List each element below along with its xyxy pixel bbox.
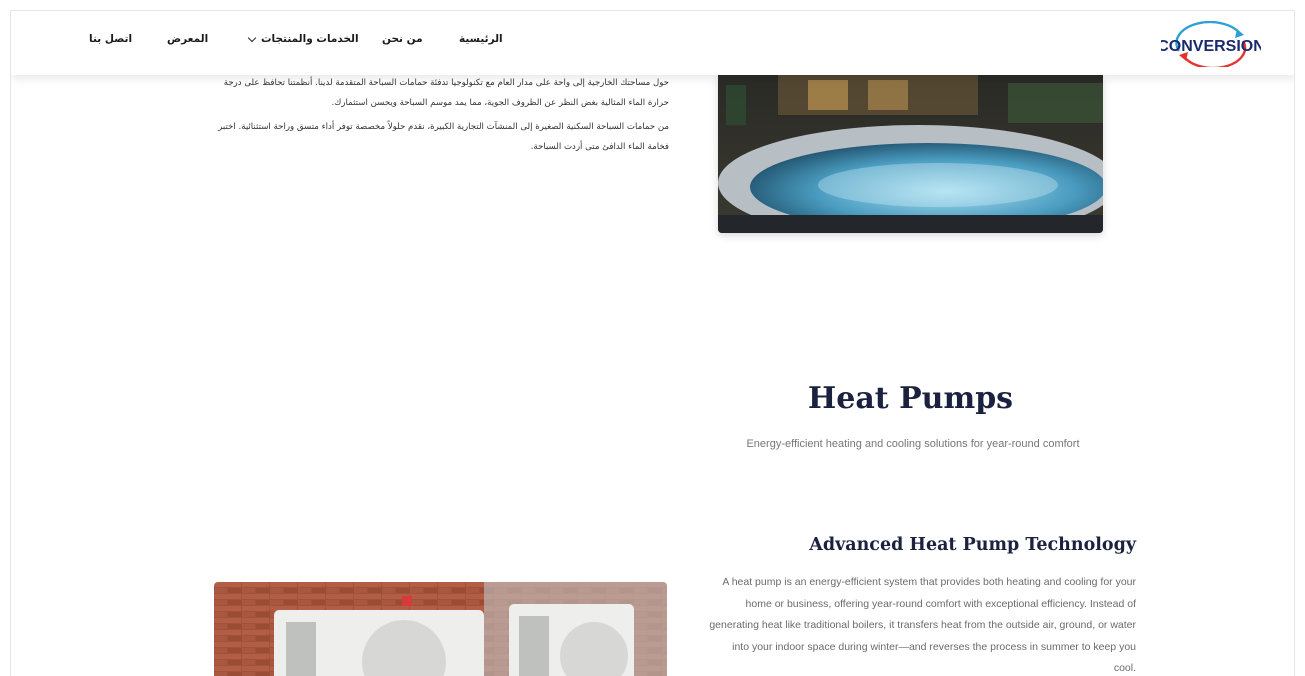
hot-tub-image [718,75,1103,233]
logo-text: CONVERSION [1161,38,1261,55]
chevron-down-icon [247,33,257,42]
nav-about[interactable]: من نحن [382,33,423,45]
nav-contact[interactable]: اتصل بنا [89,33,132,45]
nav-services[interactable]: الخدمات والمنتجات [247,33,359,45]
nav-gallery[interactable]: المعرض [167,33,208,45]
intro-text: حول مساحتك الخارجية إلى واحة على مدار ال… [211,73,669,161]
intro-paragraph-1: حول مساحتك الخارجية إلى واحة على مدار ال… [223,78,669,108]
heat-pump-image [214,582,667,676]
heat-pumps-title: Heat Pumps [807,381,1014,416]
heat-pumps-subtitle: Energy-efficient heating and cooling sol… [746,438,1080,450]
nav-home[interactable]: الرئيسية [459,33,503,45]
conversion-logo[interactable]: CONVERSION [1161,21,1261,67]
site-header: الرئيسية من نحن الخدمات والمنتجات المعرض… [11,11,1294,75]
nav-services-label: الخدمات والمنتجات [261,33,359,45]
feature-text: A heat pump is an energy-efficient syste… [709,576,1136,674]
feature-title: Advanced Heat Pump Technology [809,535,1136,555]
page-frame: الرئيسية من نحن الخدمات والمنتجات المعرض… [10,10,1295,676]
intro-paragraph-2: من حمامات السباحة السكنية الصغيرة إلى ال… [218,122,669,152]
